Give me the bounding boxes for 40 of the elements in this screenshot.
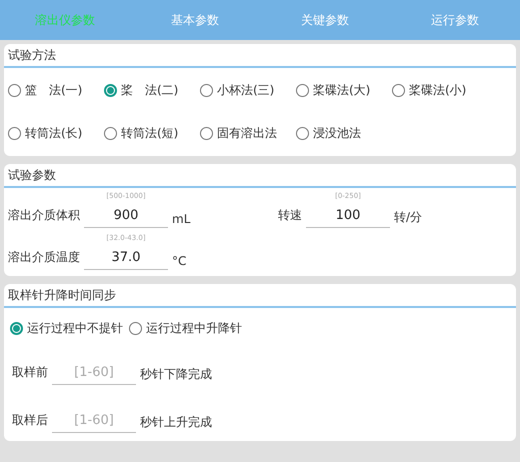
- input-field[interactable]: [1-60]: [52, 357, 136, 385]
- field-label: 取样后: [12, 412, 48, 429]
- input-field[interactable]: [1-60]: [52, 405, 136, 433]
- radio-icon: [200, 84, 213, 97]
- radio-icon: [296, 84, 309, 97]
- section-title: 试验方法: [4, 44, 516, 68]
- unit-label: 转/分: [394, 209, 422, 226]
- radio-option[interactable]: 桨碟法(小): [392, 82, 488, 99]
- input-field[interactable]: 900: [84, 200, 168, 228]
- field-label: 取样前: [12, 364, 48, 381]
- radio-option[interactable]: 运行过程中不提针: [10, 320, 123, 337]
- radio-option[interactable]: 桨 法(二): [104, 82, 200, 99]
- field-label: 转速: [278, 207, 302, 224]
- radio-option[interactable]: 转筒法(短): [104, 125, 200, 142]
- radio-icon: [104, 84, 117, 97]
- radio-icon: [10, 322, 23, 335]
- radio-icon: [296, 127, 309, 140]
- section-title: 取样针升降时间同步: [4, 284, 516, 308]
- radio-icon: [8, 84, 21, 97]
- radio-option[interactable]: 桨碟法(大): [296, 82, 392, 99]
- radio-option[interactable]: 篮 法(一): [8, 82, 104, 99]
- input-field[interactable]: 37.0: [84, 242, 168, 270]
- radio-icon: [8, 127, 21, 140]
- radio-icon: [104, 127, 117, 140]
- unit-label: 秒针上升完成: [140, 414, 212, 431]
- radio-icon: [200, 127, 213, 140]
- radio-icon: [392, 84, 405, 97]
- unit-label: 秒针下降完成: [140, 366, 212, 383]
- input-field[interactable]: 100: [306, 200, 390, 228]
- radio-option[interactable]: 小杯法(三): [200, 82, 296, 99]
- radio-option[interactable]: 转筒法(长): [8, 125, 104, 142]
- field-label: 溶出介质体积: [8, 207, 80, 224]
- unit-label: mL: [172, 212, 190, 228]
- radio-option[interactable]: 固有溶出法: [200, 125, 296, 142]
- radio-icon: [129, 322, 142, 335]
- field-label: 溶出介质温度: [8, 249, 80, 266]
- radio-option[interactable]: 浸没池法: [296, 125, 392, 142]
- radio-option[interactable]: 运行过程中升降针: [129, 320, 242, 337]
- unit-label: °C: [172, 254, 186, 270]
- section-title: 试验参数: [4, 164, 516, 188]
